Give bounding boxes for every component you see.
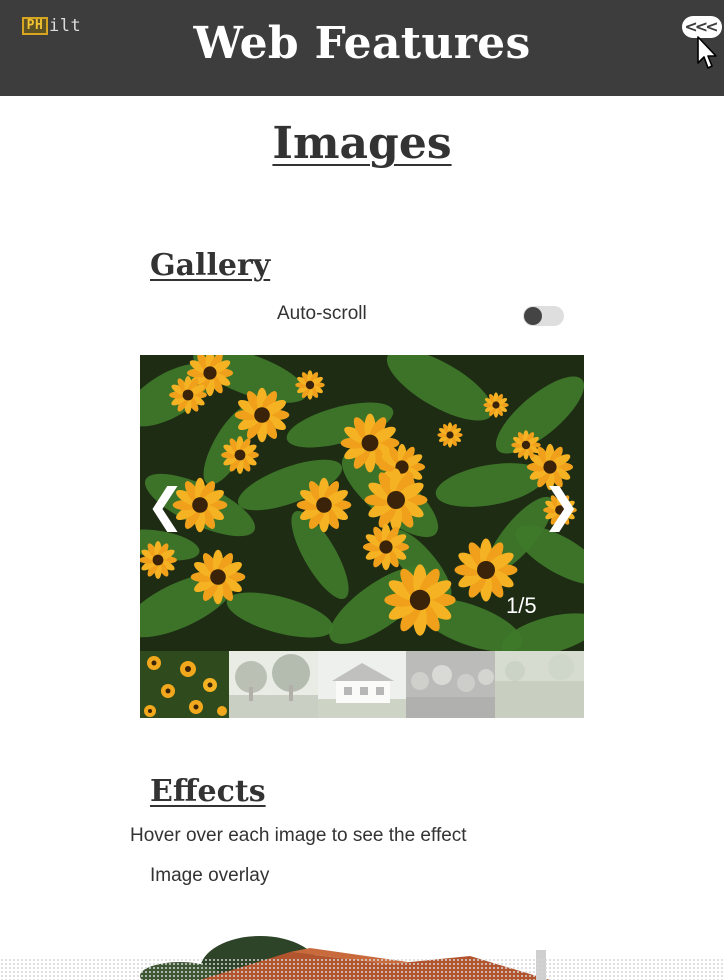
app-title: Web Features — [193, 18, 531, 69]
thumb-house[interactable] — [317, 651, 407, 718]
effects-intro: Hover over each image to see the effect — [130, 825, 467, 846]
autoscroll-label: Auto-scroll — [277, 303, 367, 324]
gallery-counter: 1/5 — [506, 593, 537, 618]
top-bar: PH ilt Web Features <<< — [0, 0, 724, 96]
back-button[interactable]: <<< — [682, 16, 722, 38]
gallery-next-button[interactable]: ❯ — [542, 482, 581, 528]
page-title: Images — [272, 118, 452, 169]
gallery-heading: Gallery — [150, 248, 271, 283]
gallery-thumbnails — [140, 651, 584, 718]
footer-pattern — [0, 958, 724, 980]
thumb-field[interactable] — [495, 651, 584, 718]
triple-chevron-left-icon: <<< — [684, 17, 718, 36]
mouse-pointer-icon — [697, 36, 717, 69]
gallery-slide[interactable]: ❮ ❯ 1/5 — [140, 355, 584, 651]
autoscroll-toggle[interactable] — [523, 306, 564, 326]
thumb-crowd[interactable] — [406, 651, 496, 718]
toggle-knob — [524, 307, 542, 325]
effects-heading: Effects — [150, 774, 266, 809]
image-overlay-label: Image overlay — [150, 865, 270, 886]
thumb-trees[interactable] — [228, 651, 318, 718]
gallery-prev-button[interactable]: ❮ — [146, 482, 185, 528]
thumb-flowers[interactable] — [140, 651, 229, 718]
chevron-right-icon: ❯ — [542, 478, 581, 532]
chevron-left-icon: ❮ — [146, 478, 185, 532]
